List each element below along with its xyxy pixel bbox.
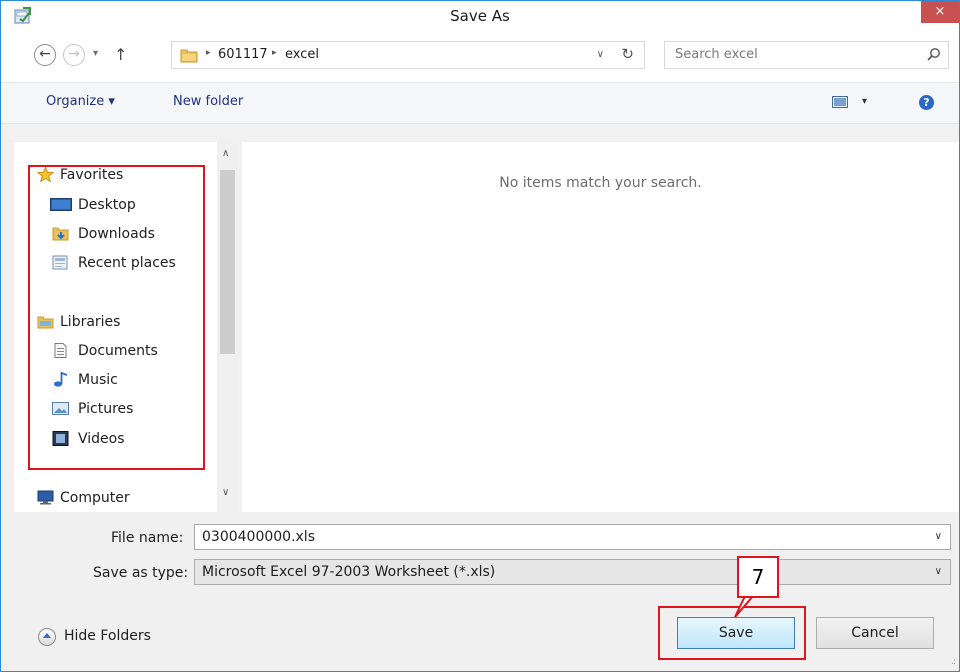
search-icon[interactable] [927, 47, 941, 61]
hide-folders-button[interactable]: Hide Folders [64, 628, 151, 644]
file-name-field[interactable]: 0300400000.xls ∨ [194, 524, 951, 550]
help-icon[interactable]: ? [919, 95, 934, 110]
save-type-value: Microsoft Excel 97-2003 Worksheet (*.xls… [202, 564, 496, 580]
hide-folders-icon[interactable] [38, 628, 56, 646]
chevron-down-icon[interactable]: ∨ [935, 531, 942, 542]
close-button[interactable]: × [921, 1, 959, 23]
address-dropdown[interactable]: ∨ [597, 49, 604, 60]
folder-icon [180, 49, 198, 63]
computer-icon [37, 490, 54, 505]
breadcrumb-separator: ▸ [272, 48, 277, 58]
forward-button[interactable]: → [63, 44, 85, 66]
address-row: ← → ▾ ↑ ▸ 601117 ▸ excel ∨ ↻ Search exce… [1, 32, 959, 82]
breadcrumb-excel[interactable]: excel [285, 47, 319, 62]
chevron-down-icon[interactable]: ∨ [935, 566, 942, 577]
window-title: Save As [450, 7, 510, 25]
empty-message: No items match your search. [499, 175, 702, 191]
new-folder-button[interactable]: New folder [173, 94, 243, 109]
sidebar-highlight-box [28, 165, 205, 470]
resize-grip[interactable]: .: [951, 657, 956, 667]
recent-locations-dropdown[interactable]: ▾ [93, 48, 98, 59]
organize-button[interactable]: Organize ▾ [46, 94, 115, 109]
view-dropdown-icon[interactable]: ▾ [862, 96, 867, 107]
cancel-button[interactable]: Cancel [816, 617, 934, 649]
file-list-pane[interactable]: No items match your search. [242, 142, 959, 512]
back-button[interactable]: ← [34, 44, 56, 66]
scroll-thumb[interactable] [220, 170, 235, 354]
save-type-select[interactable]: Microsoft Excel 97-2003 Worksheet (*.xls… [194, 559, 951, 585]
breadcrumb-separator: ▸ [206, 48, 211, 58]
breadcrumb-601117[interactable]: 601117 [218, 47, 268, 62]
save-form: File name: 0300400000.xls ∨ Save as type… [1, 512, 959, 671]
title-bar: Save As × [1, 1, 959, 32]
scroll-down-arrow[interactable]: ∨ [222, 487, 229, 498]
change-view-icon[interactable] [832, 96, 848, 108]
step-number-callout: 7 [737, 556, 779, 598]
file-name-label: File name: [111, 530, 184, 546]
callout-pointer [734, 593, 756, 618]
search-placeholder: Search excel [675, 47, 758, 62]
command-toolbar: Organize ▾ New folder ▾ ? [1, 82, 959, 124]
save-type-label: Save as type: [93, 565, 189, 581]
scroll-up-arrow[interactable]: ∧ [222, 148, 229, 159]
search-input[interactable]: Search excel [664, 41, 949, 69]
address-bar[interactable]: ▸ 601117 ▸ excel ∨ ↻ [171, 41, 645, 69]
up-button[interactable]: ↑ [114, 45, 127, 64]
sidebar-item-label: Computer [60, 490, 130, 506]
navigation-scrollbar[interactable]: ∧ ∨ [217, 142, 238, 512]
save-as-dialog: Save As × ← → ▾ ↑ ▸ 601117 ▸ excel ∨ ↻ S… [0, 0, 960, 672]
refresh-icon[interactable]: ↻ [621, 45, 634, 63]
file-name-value: 0300400000.xls [202, 529, 315, 545]
